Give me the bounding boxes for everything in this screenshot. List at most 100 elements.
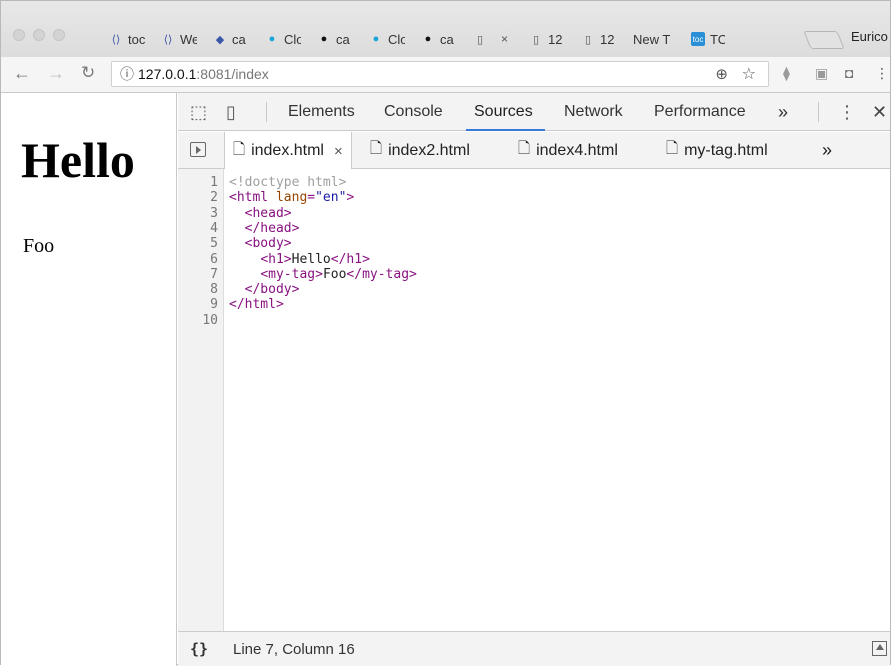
divider: [818, 102, 819, 122]
sources-file-tabs: 🗋 index.html × 🗋 index2.html 🗋 index4.html 🗋 my-…: [178, 132, 890, 170]
maximize-window-button[interactable]: [53, 29, 65, 41]
line-number: 1: [210, 175, 218, 190]
devtools-tab-network[interactable]: Network: [564, 93, 623, 131]
profile-name[interactable]: Eurico: [851, 29, 888, 44]
line-number: 9: [210, 297, 218, 313]
code-line[interactable]: <h1>Hello</h1>: [229, 252, 370, 267]
browser-window: ⟨⟩ toc ⟨⟩ We ◆ ca ● Clo ● ca ● Clo ● ca ▯ × ▯ 12 ▯ 12 New Tt…: [0, 0, 891, 666]
browser-tab[interactable]: ▯ 12: [513, 21, 571, 57]
dropbox-extension-icon[interactable]: ⧫: [783, 65, 790, 82]
code-line[interactable]: </body>: [229, 282, 300, 297]
close-devtools-icon[interactable]: ✕: [872, 102, 887, 123]
menu-dots-icon[interactable]: ⋮: [875, 65, 889, 82]
line-number: 2: [210, 190, 218, 206]
page-heading: Hello: [21, 132, 135, 188]
tab-title: ca: [232, 31, 246, 47]
close-tab-icon[interactable]: ×: [501, 32, 508, 46]
devtools-tab-performance[interactable]: Performance: [654, 93, 746, 131]
file-icon: 🗋: [518, 140, 531, 157]
cloud-icon: ●: [268, 33, 276, 45]
navigator-toggle-icon[interactable]: [190, 142, 206, 157]
browser-tab[interactable]: ● Clo: [249, 21, 307, 57]
devtools-tab-console[interactable]: Console: [384, 93, 443, 131]
console-drawer-icon[interactable]: [872, 641, 887, 656]
tab-title: 12: [600, 31, 615, 47]
tab-title: New T: [633, 31, 671, 47]
address-path: :8081/index: [196, 66, 269, 82]
line-number: 3: [210, 205, 218, 221]
file-tab[interactable]: 🗋 index.html ×: [224, 132, 352, 170]
inspect-element-icon[interactable]: ⬚: [190, 102, 207, 123]
page-viewport: Hello Foo: [1, 93, 177, 666]
file-tab[interactable]: 🗋 my-tag.html: [666, 132, 768, 169]
file-tab-label: index4.html: [536, 141, 618, 159]
toc-icon: toc: [691, 32, 705, 46]
line-number: 6: [210, 251, 218, 267]
logo-icon: ⟨⟩: [111, 33, 121, 46]
file-tab[interactable]: 🗋 index4.html: [518, 132, 618, 169]
more-tabs-icon[interactable]: »: [778, 93, 788, 131]
file-icon: 🗋: [233, 140, 246, 158]
line-number: 5: [210, 236, 218, 252]
document-icon: ▯: [584, 33, 592, 46]
device-toggle-icon[interactable]: ▯: [226, 102, 236, 123]
file-tab-label: index.html: [251, 142, 324, 159]
browser-tab[interactable]: ◆ ca: [197, 21, 255, 57]
new-tab-button[interactable]: [803, 31, 845, 49]
browser-tab[interactable]: toc TO: [675, 21, 731, 57]
sources-status-bar: {} Line 7, Column 16: [178, 631, 890, 666]
code-line[interactable]: <body>: [229, 236, 292, 251]
minimize-window-button[interactable]: [33, 29, 45, 41]
browser-tab[interactable]: ▯ 12: [565, 21, 623, 57]
browser-tab[interactable]: ▯ ×: [457, 21, 519, 57]
tab-title: ca: [440, 31, 454, 47]
browser-tab[interactable]: ⟨⟩ toc: [93, 21, 151, 57]
tab-title: Clo: [284, 31, 301, 47]
devtools-tab-sources[interactable]: Sources: [466, 93, 545, 131]
zoom-icon[interactable]: ⊕: [715, 65, 728, 83]
devtools-tab-elements[interactable]: Elements: [288, 93, 355, 131]
code-line[interactable]: <!doctype html>: [229, 175, 346, 190]
divider: [266, 102, 267, 122]
tab-title: toc: [128, 31, 145, 47]
browser-tab[interactable]: ● ca: [301, 21, 359, 57]
logo-icon: ◆: [215, 33, 225, 46]
browser-tab[interactable]: New T: [617, 21, 681, 57]
code-line[interactable]: <html lang="en">: [229, 190, 354, 205]
line-number: 7: [210, 266, 218, 282]
devtools-panel: ⬚ ▯ Elements Console Sources Network Perform…: [178, 93, 890, 666]
browser-tab[interactable]: ● ca: [405, 21, 463, 57]
back-arrow-icon[interactable]: ←: [13, 63, 31, 84]
reload-icon[interactable]: ↻: [81, 63, 95, 83]
close-window-button[interactable]: [13, 29, 25, 41]
code-editor[interactable]: 1 <!doctype html> 2 <html lang="en"> 3 <head…: [178, 169, 890, 631]
custom-tag-text: Foo: [23, 235, 55, 257]
extension-icon[interactable]: ▣: [815, 65, 828, 82]
line-number: 4: [210, 220, 218, 236]
file-tab-label: my-tag.html: [684, 141, 768, 159]
bookmark-star-icon[interactable]: ☆: [742, 64, 756, 84]
devtools-menu-icon[interactable]: ⋮: [838, 102, 856, 123]
code-line[interactable]: <my-tag>Foo</my-tag>: [229, 267, 417, 282]
cursor-position: Line 7, Column 16: [233, 641, 355, 658]
tab-strip: ⟨⟩ toc ⟨⟩ We ◆ ca ● Clo ● ca ● Clo ● ca ▯ × ▯ 12 ▯ 12 New Tt…: [1, 1, 890, 57]
code-line[interactable]: </html>: [229, 297, 284, 312]
close-file-icon[interactable]: ×: [334, 143, 343, 160]
browser-tab[interactable]: ⟨⟩ We: [145, 21, 203, 57]
browser-tab[interactable]: ● Clo: [353, 21, 411, 57]
browser-toolbar: ← → ↻ ⓘ 127.0.0.1:8081/index ⊕ ☆ ⧫ ▣ ◘ ⋮: [1, 57, 890, 93]
address-bar[interactable]: ⓘ 127.0.0.1:8081/index ⊕ ☆: [111, 61, 769, 87]
address-host: 127.0.0.1: [138, 66, 197, 82]
file-tab[interactable]: 🗋 index2.html: [370, 132, 470, 169]
forward-arrow-icon[interactable]: →: [47, 63, 65, 84]
devtools-toolbar: ⬚ ▯ Elements Console Sources Network Perform…: [178, 93, 890, 131]
pretty-print-button[interactable]: {}: [190, 640, 208, 658]
code-line[interactable]: <head>: [229, 206, 292, 221]
window-controls: [13, 29, 65, 41]
info-icon[interactable]: ⓘ: [120, 64, 134, 84]
tab-title: 12: [548, 31, 563, 47]
file-tab-label: index2.html: [388, 141, 470, 159]
more-files-icon[interactable]: »: [822, 132, 832, 169]
extension-icon[interactable]: ◘: [845, 65, 853, 81]
code-line[interactable]: </head>: [229, 221, 300, 236]
